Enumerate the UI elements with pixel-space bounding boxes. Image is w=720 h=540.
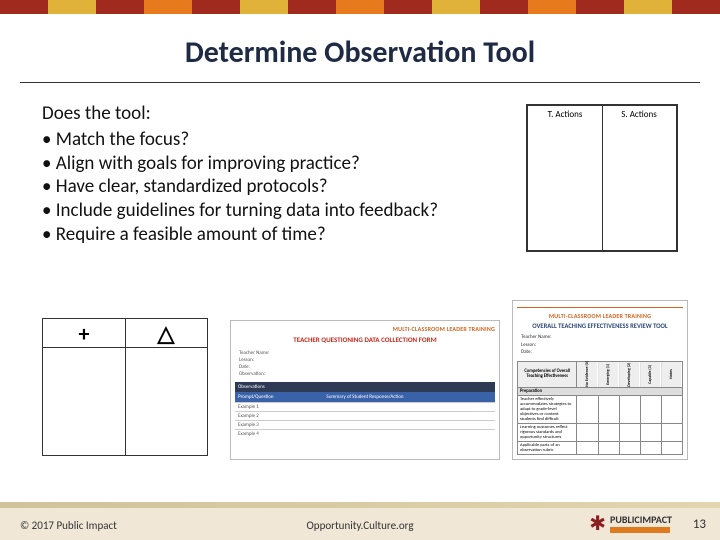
decorative-top-bar: [0, 0, 720, 14]
t-chart-graphic: T. Actions S. Actions: [526, 104, 678, 252]
bullet-item: Require a feasible amount of time?: [42, 223, 452, 247]
bullet-item: Match the focus?: [42, 128, 452, 152]
t-chart-left-header: T. Actions: [528, 106, 602, 123]
public-impact-logo: ✱ PUBLICIMPACT: [589, 511, 672, 536]
bullet-item: Align with goals for improving practice?: [42, 152, 452, 176]
form2-title: OVERALL TEACHING EFFECTIVENESS REVIEW TO…: [517, 322, 683, 330]
logo-icon: ✱: [589, 511, 606, 536]
title-divider: [20, 82, 700, 83]
delta-header: △: [125, 319, 207, 348]
page-number: 13: [693, 517, 706, 532]
form1-section-header: Observations: [235, 382, 495, 392]
footer: © 2017 Public Impact Opportunity.Culture…: [0, 498, 720, 540]
bullet-item: Include guidelines for turning data into…: [42, 199, 452, 223]
intro-text: Does the tool:: [42, 102, 452, 126]
plus-header: +: [43, 319, 125, 348]
bullet-item: Have clear, standardized protocols?: [42, 175, 452, 199]
t-chart-right-header: S. Actions: [602, 106, 676, 123]
slide-title: Determine Observation Tool: [0, 34, 720, 71]
body-text: Does the tool: Match the focus?Align wit…: [42, 102, 452, 247]
effectiveness-tool-thumbnail: MULTI-CLASSROOM LEADER TRAINING OVERALL …: [512, 300, 688, 460]
form1-banner: MULTI-CLASSROOM LEADER TRAINING: [235, 325, 495, 333]
plus-delta-chart: + △: [42, 318, 208, 456]
questioning-form-thumbnail: MULTI-CLASSROOM LEADER TRAINING TEACHER …: [230, 320, 500, 460]
bullet-list: Match the focus?Align with goals for imp…: [42, 128, 452, 247]
form1-title: TEACHER QUESTIONING DATA COLLECTION FORM: [235, 335, 495, 344]
form2-banner: MULTI-CLASSROOM LEADER TRAINING: [517, 312, 683, 320]
